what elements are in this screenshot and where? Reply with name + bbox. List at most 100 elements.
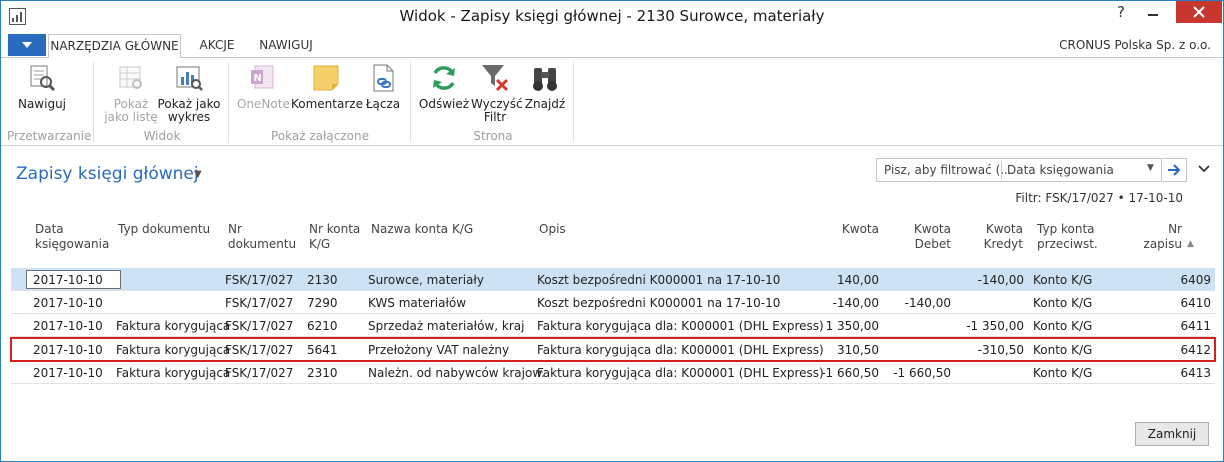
group-separator [228,62,229,142]
group-separator [410,62,411,142]
cell-description: Koszt bezpośredni K000001 na 17-10-10 [537,273,781,287]
column-header-amount[interactable]: Kwota [819,222,879,237]
cell-bal-type: Konto K/G [1033,366,1093,380]
cell-date: 2017-10-10 [33,366,103,380]
column-header-bal-type[interactable]: Typ konta przeciwst. [1037,222,1098,252]
column-header-doc-type[interactable]: Typ dokumentu [118,222,210,237]
cell-entry-no: 6412 [1180,343,1211,357]
table-row[interactable]: 2017-10-10 FSK/17/027 7290 KWS materiałó… [11,291,1215,314]
app-menu-button[interactable] [8,34,46,56]
arrow-right-icon [1168,164,1181,176]
cell-debit: -1 660,50 [893,366,951,380]
cell-doc-no: FSK/17/027 [225,343,294,357]
column-header-entry-no[interactable]: Nr zapisu [1122,222,1182,252]
cell-bal-type: Konto K/G [1033,296,1093,310]
chevron-down-icon [1198,165,1210,173]
collapse-filter-button[interactable] [1197,159,1211,179]
minimize-icon [1148,14,1158,16]
binoculars-icon [533,68,557,91]
bal-type-header-1: Typ konta [1037,222,1095,236]
column-header-gl-account[interactable]: Nr konta K/G [309,222,360,252]
apply-filter-button[interactable] [1163,158,1187,182]
refresh-button[interactable]: Odśwież [417,62,471,111]
cell-amount: -1 660,50 [821,366,879,380]
tab-navigate[interactable]: NAWIGUJ [251,34,321,58]
close-button[interactable]: Zamknij [1135,422,1209,446]
sort-ascending-icon: ▲ [1187,239,1194,249]
group-separator [573,62,574,142]
chevron-down-icon[interactable]: ▼ [1147,163,1154,173]
svg-text:N: N [254,73,262,84]
gl-acc-header-1: Nr konta [309,222,361,236]
cell-credit: -310,50 [977,343,1024,357]
onenote-button[interactable]: N OneNote [237,62,290,111]
cell-description: Faktura korygująca dla: K000001 (DHL Exp… [537,319,824,333]
cell-credit: -1 350,00 [966,319,1024,333]
column-header-description[interactable]: Opis [539,222,566,237]
links-button[interactable]: Łącza [363,62,403,111]
filter-box: Pisz, aby filtrować (... Data księgowani… [876,158,1162,182]
cell-date: 2017-10-10 [33,343,103,357]
title-bar: Widok - Zapisy księgi głównej - 2130 Sur… [1,1,1223,32]
debit-header-1: Kwota [913,222,951,236]
navigate-button[interactable]: Nawiguj [16,62,68,111]
cell-gl-acc: 6210 [307,319,338,333]
tab-home[interactable]: NARZĘDZIA GŁÓWNE [48,34,181,59]
tab-actions[interactable]: AKCJE [189,34,245,58]
show-as-chart-label-1: Pokaż jako [157,97,221,111]
cell-amount: 1 350,00 [825,319,879,333]
cell-credit: -140,00 [977,273,1024,287]
onenote-icon: N [251,65,274,89]
chevron-down-icon[interactable]: ▼ [194,169,202,180]
notes-label: Komentarze [291,97,363,111]
onenote-label: OneNote [237,97,290,111]
filter-field-select[interactable]: Data księgowania [1007,163,1114,177]
column-header-doc-no[interactable]: Nr dokumentu [228,222,296,252]
filter-separator [1001,162,1002,179]
window: Widok - Zapisy księgi głównej - 2130 Sur… [0,0,1224,462]
cell-doc-no: FSK/17/027 [225,319,294,333]
cell-doc-no: FSK/17/027 [225,273,294,287]
find-button[interactable]: Znajdź [523,62,567,111]
cell-bal-type: Konto K/G [1033,273,1093,287]
cell-gl-acc: 2130 [307,273,338,287]
cell-gl-name: Należn. od nabywców krajow. [368,366,545,380]
chart-view-icon [176,66,203,91]
close-icon [1193,6,1205,18]
clear-filter-button[interactable]: Wyczyść Filtr [471,62,523,124]
group-view-label: Widok [143,129,181,143]
table-row[interactable]: 2017-10-10 Faktura korygująca FSK/17/027… [11,361,1215,384]
filter-input[interactable]: Pisz, aby filtrować (... [884,163,1012,177]
credit-header-1: Kwota [985,222,1023,236]
close-window-button[interactable] [1176,1,1222,23]
table-row[interactable]: 2017-10-10 Faktura korygująca FSK/17/027… [10,337,1216,362]
page-title[interactable]: Zapisy księgi głównej [16,164,199,184]
show-as-chart-button[interactable]: Pokaż jako wykres [157,62,221,124]
column-header-posting-date[interactable]: Data księgowania [35,222,109,252]
show-as-list-label-2: jako listę [104,110,158,124]
cell-debit: -140,00 [904,296,951,310]
table-row[interactable]: 2017-10-10 Faktura korygująca FSK/17/027… [11,314,1215,337]
cell-gl-acc: 5641 [307,343,338,357]
refresh-label: Odśwież [418,97,470,111]
notes-button[interactable]: Komentarze [291,62,363,111]
help-button[interactable]: ? [1104,1,1138,23]
cell-doc-no: FSK/17/027 [225,296,294,310]
cell-entry-no: 6411 [1180,319,1211,333]
table-row[interactable]: 2017-10-10 FSK/17/027 2130 Surowce, mate… [11,268,1215,291]
cell-gl-acc: 7290 [307,296,338,310]
cell-date: 2017-10-10 [33,319,103,333]
entry-no-header-2: zapisu [1143,237,1182,251]
column-header-credit[interactable]: Kwota Kredyt [963,222,1023,252]
cell-amount: 140,00 [837,273,879,287]
doc-no-header-1: Nr [228,222,242,236]
debit-header-2: Debet [914,237,951,251]
cell-description: Faktura korygująca dla: K000001 (DHL Exp… [537,366,824,380]
show-as-list-button[interactable]: Pokaż jako listę [103,62,159,124]
column-header-gl-name[interactable]: Nazwa konta K/G [371,222,473,237]
cell-amount: -140,00 [832,296,879,310]
cell-gl-acc: 2310 [307,366,338,380]
clear-filter-icon [482,65,509,92]
column-header-debit[interactable]: Kwota Debet [891,222,951,252]
cell-doc-type: Faktura korygująca [116,366,231,380]
